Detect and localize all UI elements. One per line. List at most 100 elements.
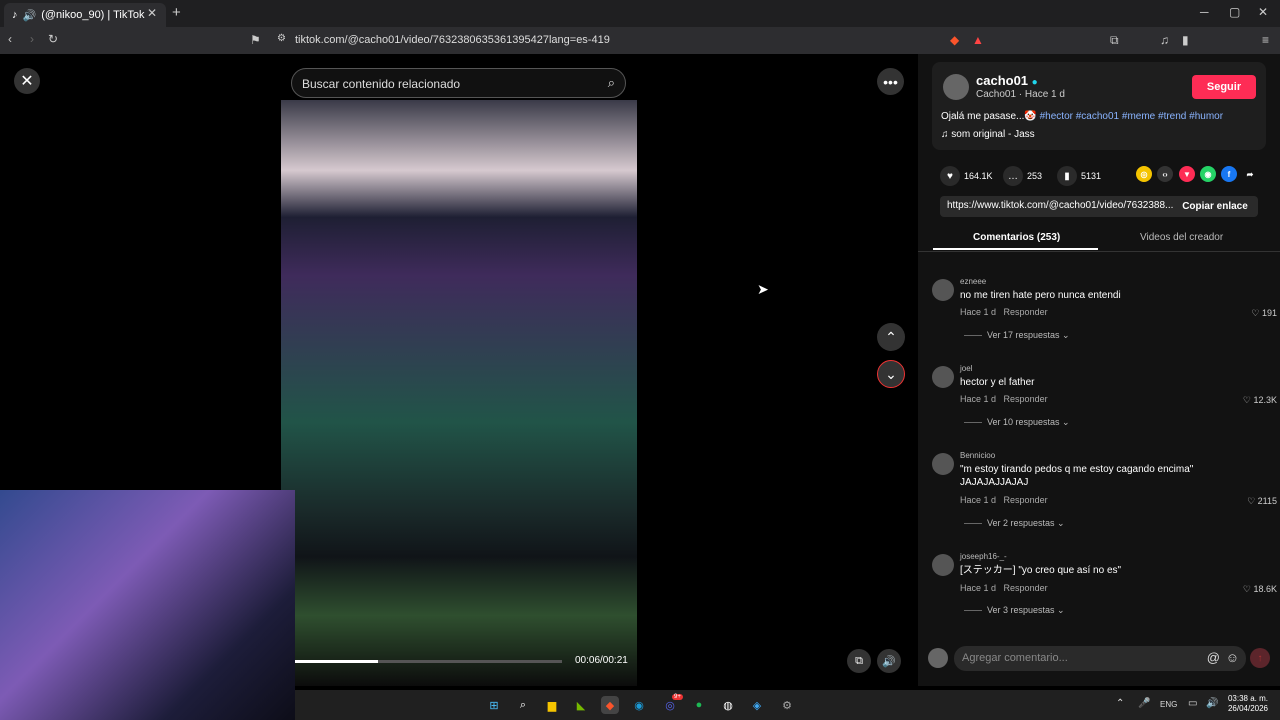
- pip-icon: ⧉: [855, 654, 863, 667]
- comment-like[interactable]: ♡ 18.6K: [1243, 584, 1277, 595]
- commenter-avatar[interactable]: [932, 453, 954, 475]
- file-explorer-icon[interactable]: ▆: [543, 696, 561, 714]
- share-coin-icon[interactable]: ◎: [1136, 166, 1152, 182]
- copy-link-button[interactable]: Copiar enlace: [1172, 196, 1258, 217]
- browser-tab[interactable]: ♪ 🔊 (@nikoo_90) | TikTok: [4, 3, 166, 27]
- music-info[interactable]: ♫ som original - Jass: [941, 129, 1035, 140]
- steam-icon[interactable]: ◉: [630, 696, 648, 714]
- nvidia-icon[interactable]: ◣: [572, 696, 590, 714]
- hashtags[interactable]: #hector #cacho01 #meme #trend #humor: [1040, 111, 1223, 122]
- share-arrow-icon[interactable]: ➦: [1242, 166, 1258, 182]
- chevron-down-icon: ⌄: [885, 365, 897, 382]
- commenter-name[interactable]: ezneee: [960, 277, 986, 286]
- bookmark-icon[interactable]: ⚑: [250, 33, 261, 47]
- brave-shield-icon[interactable]: ◆: [950, 33, 959, 47]
- language-indicator[interactable]: ENG: [1160, 700, 1177, 709]
- speaker-icon[interactable]: 🔊: [1206, 698, 1218, 709]
- send-comment-button[interactable]: ↑: [1250, 648, 1270, 668]
- tab-creator-videos[interactable]: Videos del creador: [1140, 232, 1223, 243]
- extensions-icon[interactable]: ⧉: [1110, 33, 1119, 48]
- reply-button[interactable]: Responder: [1004, 495, 1048, 505]
- comment-item: joel hector y el father Hace 1 d Respond…: [932, 364, 1277, 434]
- minimize-button[interactable]: ─: [1200, 5, 1209, 19]
- share-link-box[interactable]: https://www.tiktok.com/@cacho01/video/76…: [940, 196, 1258, 217]
- video-frame[interactable]: [281, 100, 637, 686]
- close-video-button[interactable]: ✕: [14, 68, 40, 94]
- arrow-up-icon: ↑: [1257, 652, 1263, 664]
- microphone-icon[interactable]: 🎤: [1138, 698, 1150, 709]
- follow-button[interactable]: Seguir: [1192, 75, 1256, 99]
- emoji-icon[interactable]: ☺: [1226, 650, 1239, 665]
- maximize-button[interactable]: ▢: [1229, 5, 1240, 19]
- related-search-input[interactable]: Buscar contenido relacionado ⌕: [291, 68, 626, 98]
- search-taskbar-icon[interactable]: ⌕: [514, 696, 532, 714]
- reply-button[interactable]: Responder: [1004, 583, 1048, 593]
- search-icon[interactable]: ⌕: [608, 75, 615, 91]
- comment-icon: …: [1003, 166, 1023, 186]
- creator-name[interactable]: cacho01 ●: [976, 73, 1038, 88]
- embed-icon[interactable]: ‹›: [1157, 166, 1173, 182]
- site-info-icon[interactable]: ⚙: [277, 33, 286, 44]
- system-clock[interactable]: 03:38 a. m. 26/04/2026: [1226, 694, 1268, 714]
- video-progress-bar[interactable]: [295, 660, 562, 663]
- commenter-name[interactable]: joseeph16-_-: [960, 552, 1007, 561]
- whatsapp-icon[interactable]: ◉: [1200, 166, 1216, 182]
- tiktok-favicon-icon: ♪: [12, 9, 18, 21]
- media-icon[interactable]: ♫: [1160, 33, 1169, 47]
- comment-item: ezneee no me tiren hate pero nunca enten…: [932, 277, 1277, 347]
- settings-icon[interactable]: ⚙: [778, 696, 796, 714]
- commenter-avatar[interactable]: [932, 279, 954, 301]
- comment-meta: Hace 1 d Responder: [960, 307, 1048, 317]
- tab-comments[interactable]: Comentarios (253): [973, 232, 1060, 243]
- reply-button[interactable]: Responder: [1004, 394, 1048, 404]
- previous-video-button[interactable]: ⌃: [877, 323, 905, 351]
- spotify-icon[interactable]: ●: [690, 696, 708, 714]
- more-options-button[interactable]: •••: [877, 68, 904, 95]
- pip-button[interactable]: ⧉: [847, 649, 871, 673]
- new-tab-button[interactable]: +: [172, 4, 181, 21]
- volume-button[interactable]: 🔊: [877, 649, 901, 673]
- comment-like[interactable]: ♡ 12.3K: [1243, 395, 1277, 406]
- next-video-button[interactable]: ⌄: [877, 360, 905, 388]
- comment-meta: Hace 1 d Responder: [960, 394, 1048, 404]
- brave-browser-icon[interactable]: ◆: [601, 696, 619, 714]
- network-icon[interactable]: ▭: [1188, 698, 1197, 709]
- commenter-name[interactable]: Bennicioo: [960, 451, 995, 460]
- send-icon[interactable]: ▼: [1179, 166, 1195, 182]
- audio-icon[interactable]: 🔊: [23, 9, 37, 22]
- view-replies-button[interactable]: Ver 17 respuestas ⌄: [964, 330, 1070, 341]
- forward-icon[interactable]: ›: [30, 32, 34, 46]
- url-field[interactable]: tiktok.com/@cacho01/video/76323806353613…: [295, 34, 610, 46]
- window-close-button[interactable]: ✕: [1258, 5, 1268, 19]
- back-icon[interactable]: ‹: [8, 32, 12, 46]
- start-icon[interactable]: ⊞: [485, 696, 503, 714]
- commenter-name[interactable]: joel: [960, 364, 972, 373]
- creator-avatar[interactable]: [943, 74, 969, 100]
- comment-time: Hace 1 d: [960, 394, 997, 404]
- app-icon[interactable]: ◈: [748, 696, 766, 714]
- comment-like[interactable]: ♡ 191: [1251, 308, 1277, 319]
- commenter-avatar[interactable]: [932, 366, 954, 388]
- rewards-icon[interactable]: ▲: [972, 33, 984, 47]
- menu-icon[interactable]: ≡: [1262, 33, 1269, 47]
- reply-button[interactable]: Responder: [1004, 307, 1048, 317]
- comment-like[interactable]: ♡ 2115: [1247, 496, 1277, 507]
- view-replies-button[interactable]: Ver 2 respuestas ⌄: [964, 518, 1065, 529]
- tray-chevron-icon[interactable]: ⌃: [1116, 698, 1124, 709]
- bookmark-icon: ▮: [1057, 166, 1077, 186]
- mention-icon[interactable]: @: [1207, 650, 1220, 665]
- share-link-url: https://www.tiktok.com/@cacho01/video/76…: [947, 200, 1174, 211]
- comment-input[interactable]: Agregar comentario... @ ☺: [954, 646, 1246, 671]
- view-replies-button[interactable]: Ver 3 respuestas ⌄: [964, 605, 1065, 616]
- reload-icon[interactable]: ↻: [48, 32, 58, 46]
- sidebar-icon[interactable]: ▮: [1182, 33, 1189, 47]
- save-stat[interactable]: ▮ 5131: [1057, 166, 1101, 186]
- obs-icon[interactable]: ◍: [719, 696, 737, 714]
- facebook-icon[interactable]: f: [1221, 166, 1237, 182]
- discord-badge: 9+: [672, 694, 683, 700]
- view-replies-button[interactable]: Ver 10 respuestas ⌄: [964, 417, 1070, 428]
- like-stat[interactable]: ♥ 164.1K: [940, 166, 993, 186]
- tab-close-icon[interactable]: ✕: [147, 6, 157, 20]
- commenter-avatar[interactable]: [932, 554, 954, 576]
- comment-stat[interactable]: … 253: [1003, 166, 1042, 186]
